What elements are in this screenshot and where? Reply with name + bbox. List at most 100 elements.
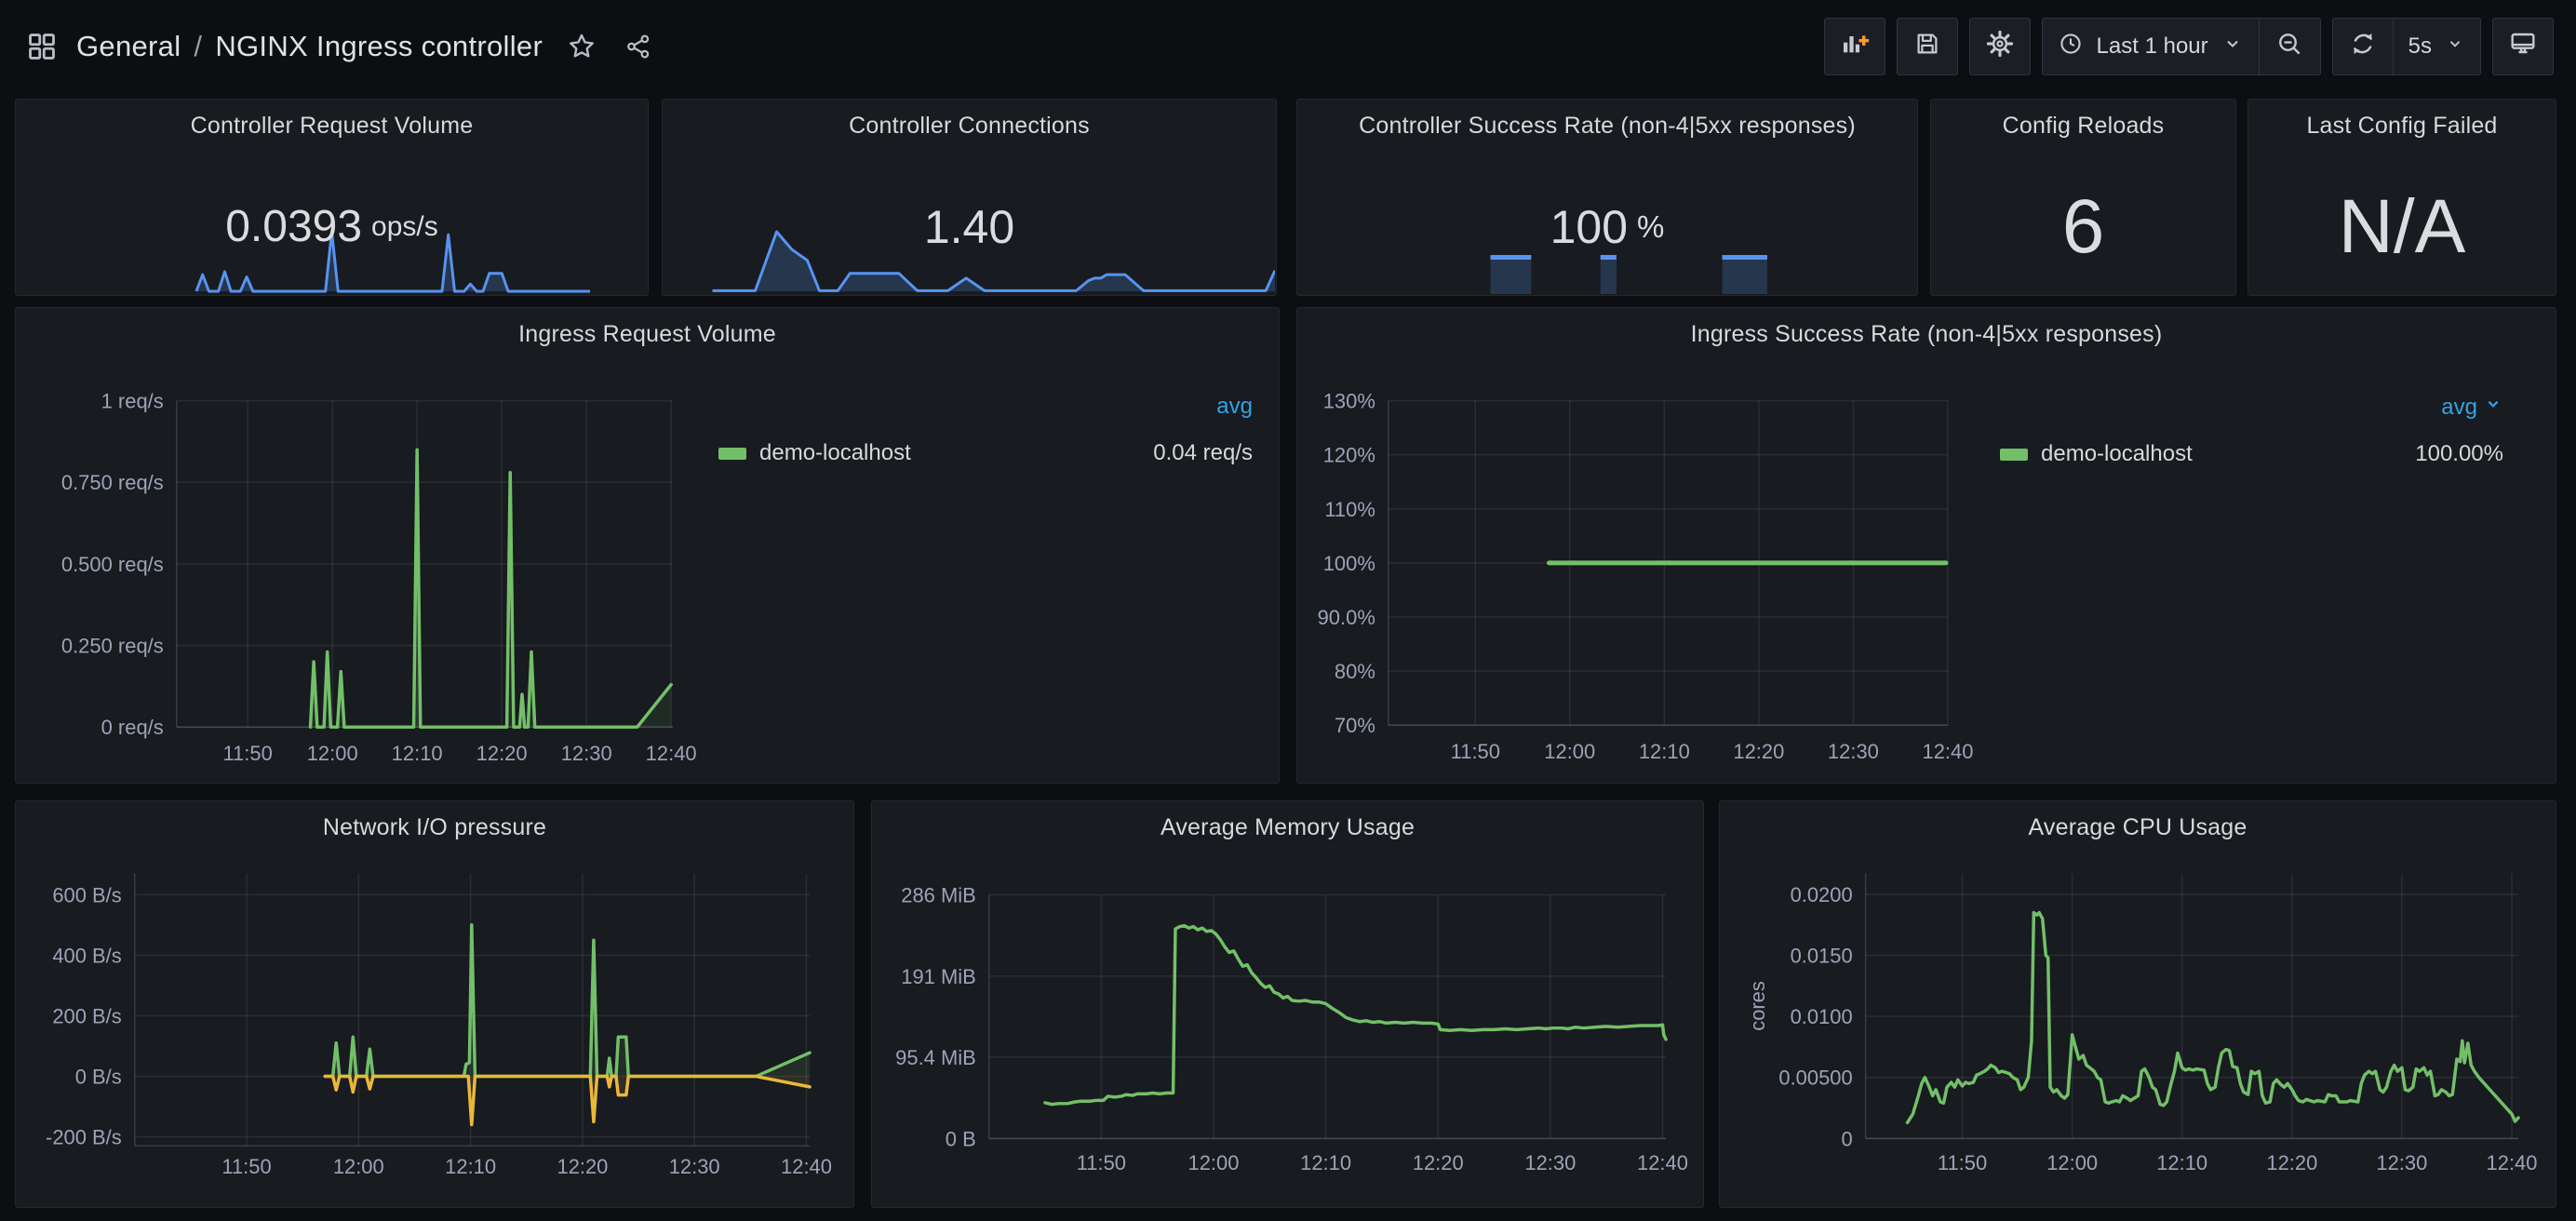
series-name: demo-localhost <box>759 440 911 466</box>
time-range-label: Last 1 hour <box>2097 34 2208 60</box>
y-tick-label: 0.750 req/s <box>61 471 164 494</box>
nav-bar: General / NGINX Ingress controller Last … <box>0 0 2576 93</box>
dashboards-grid-icon[interactable] <box>26 31 58 62</box>
x-tick-label: 12:20 <box>476 742 528 765</box>
x-tick-label: 11:50 <box>1077 1151 1126 1174</box>
x-tick-label: 12:40 <box>1637 1151 1688 1174</box>
y-axis-label: cores <box>1746 981 1769 1031</box>
refresh-interval-label: 5s <box>2408 34 2432 60</box>
y-tick-label: 130% <box>1323 390 1375 413</box>
stat-value: 1.40 <box>924 204 1014 250</box>
panel-title[interactable]: Ingress Request Volume <box>16 308 1279 348</box>
refresh-button[interactable] <box>2332 18 2394 75</box>
zoom-out-button[interactable] <box>2260 18 2321 75</box>
y-tick-label: 100% <box>1323 552 1375 575</box>
x-tick-label: 11:50 <box>221 1155 271 1178</box>
clock-icon <box>2058 31 2084 63</box>
y-tick-label: 0 req/s <box>101 716 164 739</box>
timeseries-chart[interactable]: 00.005000.01000.01500.020011:5012:0012:1… <box>1720 801 2556 1207</box>
stat-unit: ops/s <box>371 211 438 243</box>
panel-last-config-failed: Last Config Failed N/A <box>2247 99 2556 296</box>
panel-title[interactable]: Config Reloads <box>1931 100 2235 140</box>
add-panel-icon <box>1840 29 1870 65</box>
legend-series-row[interactable]: demo-localhost 0.04 req/s <box>718 440 1253 466</box>
timeseries-chart[interactable]: 0 B95.4 MiB191 MiB286 MiB11:5012:0012:10… <box>872 801 1703 1207</box>
series-value: 100.00% <box>2415 441 2503 467</box>
y-tick-label: 80% <box>1335 660 1375 683</box>
x-tick-label: 12:00 <box>333 1155 384 1178</box>
x-tick-label: 12:10 <box>2156 1151 2207 1174</box>
add-panel-button[interactable] <box>1824 18 1885 75</box>
stat-value: 0.0393 <box>225 205 362 249</box>
save-dashboard-button[interactable] <box>1897 18 1958 75</box>
panel-title[interactable]: Average Memory Usage <box>872 801 1703 841</box>
refresh-icon <box>2349 30 2377 64</box>
legend-avg-header[interactable]: avg <box>718 394 1253 420</box>
x-tick-label: 11:50 <box>1938 1151 1987 1174</box>
breadcrumb-title[interactable]: NGINX Ingress controller <box>215 30 543 63</box>
panel-average-cpu-usage: Average CPU Usage 00.005000.01000.01500.… <box>1719 800 2556 1208</box>
legend: avg demo-localhost 0.04 req/s <box>718 394 1253 466</box>
panel-controller-success-rate: Controller Success Rate (non-4|5xx respo… <box>1296 99 1918 296</box>
timeseries-chart[interactable]: 70%80%90.0%100%110%120%130%11:5012:0012:… <box>1297 308 2556 783</box>
timeseries-chart[interactable]: -200 B/s0 B/s200 B/s400 B/s600 B/s11:501… <box>16 801 853 1207</box>
panel-title[interactable]: Average CPU Usage <box>1720 801 2556 841</box>
share-icon[interactable] <box>624 33 652 60</box>
y-tick-label: 0 B/s <box>75 1066 122 1089</box>
stat-value: 100 <box>1550 204 1628 250</box>
panel-title[interactable]: Ingress Success Rate (non-4|5xx response… <box>1297 308 2556 348</box>
x-tick-label: 12:00 <box>2046 1151 2098 1174</box>
save-icon <box>1913 30 1941 64</box>
breadcrumb-separator: / <box>194 30 202 63</box>
x-tick-label: 12:30 <box>1524 1151 1576 1174</box>
panel-title[interactable]: Controller Request Volume <box>16 100 648 140</box>
x-tick-label: 12:30 <box>561 742 612 765</box>
panel-title[interactable]: Last Config Failed <box>2248 100 2556 140</box>
x-tick-label: 12:40 <box>646 742 697 765</box>
x-tick-label: 11:50 <box>222 742 272 765</box>
x-tick-label: 12:10 <box>1300 1151 1351 1174</box>
x-tick-label: 12:00 <box>1188 1151 1240 1174</box>
refresh-interval-picker[interactable]: 5s <box>2394 18 2481 75</box>
breadcrumb-section[interactable]: General <box>76 30 181 63</box>
legend-header-label: avg <box>2441 395 2477 421</box>
chevron-down-icon <box>2445 34 2465 60</box>
time-range-picker[interactable]: Last 1 hour <box>2042 18 2260 75</box>
series-name: demo-localhost <box>2041 441 2193 467</box>
y-tick-label: 0.0150 <box>1791 945 1853 968</box>
x-tick-label: 12:20 <box>557 1155 609 1178</box>
timeseries-chart[interactable]: 0 req/s 0.250 req/s 0.500 req/s 0.750 req/s… <box>16 308 1279 783</box>
y-tick-label: 0.0200 <box>1791 883 1853 906</box>
legend-avg-header[interactable]: avg <box>2000 394 2503 421</box>
y-tick-label: 110% <box>1324 498 1375 521</box>
panel-title[interactable]: Controller Success Rate (non-4|5xx respo… <box>1297 100 1917 140</box>
panel-title[interactable]: Controller Connections <box>663 100 1276 140</box>
x-tick-label: 12:10 <box>1639 740 1690 763</box>
x-tick-label: 12:10 <box>392 742 443 765</box>
x-tick-label: 12:10 <box>445 1155 496 1178</box>
panel-config-reloads: Config Reloads 6 <box>1930 99 2236 296</box>
x-tick-label: 12:40 <box>781 1155 832 1178</box>
y-tick-label: 0 B <box>946 1127 976 1150</box>
y-tick-label: 0.500 req/s <box>61 553 164 576</box>
legend-header-label: avg <box>1216 394 1253 420</box>
y-tick-label: 0.00500 <box>1778 1067 1852 1090</box>
panel-title[interactable]: Network I/O pressure <box>16 801 853 841</box>
y-tick-label: -200 B/s <box>46 1126 122 1149</box>
panel-controller-request-volume: Controller Request Volume 0.0393 ops/s <box>15 99 649 296</box>
kiosk-mode-button[interactable] <box>2492 18 2554 75</box>
stat-value: N/A <box>2339 189 2466 265</box>
y-tick-label: 0.250 req/s <box>61 635 164 658</box>
x-tick-label: 11:50 <box>1451 740 1500 763</box>
star-icon[interactable] <box>567 32 597 61</box>
x-tick-label: 12:40 <box>1922 740 1973 763</box>
y-tick-label: 191 MiB <box>901 965 975 988</box>
x-tick-label: 12:00 <box>307 742 358 765</box>
legend-series-row[interactable]: demo-localhost 100.00% <box>2000 441 2503 467</box>
x-tick-label: 12:30 <box>1828 740 1879 763</box>
dashboard-settings-button[interactable] <box>1969 18 2031 75</box>
y-tick-label: 200 B/s <box>52 1004 121 1027</box>
panel-ingress-success-rate: Ingress Success Rate (non-4|5xx response… <box>1296 307 2556 784</box>
series-value: 0.04 req/s <box>1153 440 1253 466</box>
y-tick-label: 0 <box>1841 1127 1852 1150</box>
